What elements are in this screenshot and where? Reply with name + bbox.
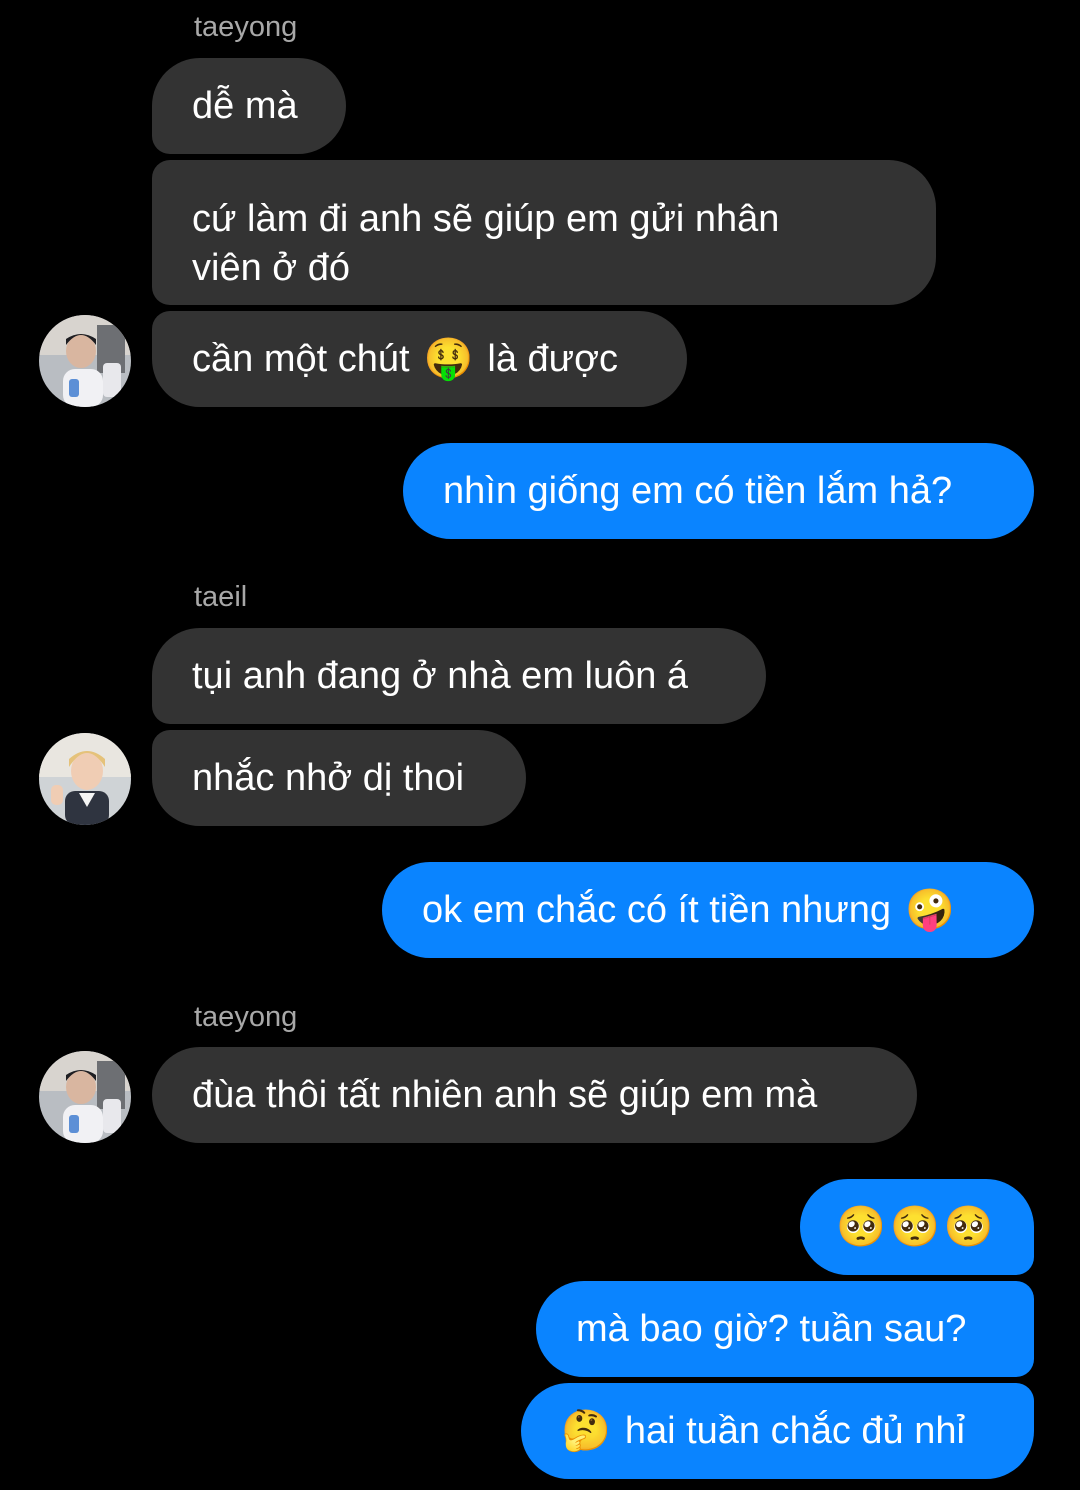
incoming-message[interactable]: dễ mà bbox=[152, 58, 346, 154]
thinking-face-emoji-icon: 🤔 bbox=[561, 1407, 611, 1454]
outgoing-message[interactable]: 🥺🥺🥺 bbox=[800, 1179, 1034, 1275]
pleading-face-emoji-icon: 🥺🥺🥺 bbox=[836, 1203, 998, 1250]
message-text: nhắc nhở dị thoi bbox=[192, 756, 465, 799]
sender-name: taeil bbox=[194, 581, 248, 613]
avatar-photo-icon bbox=[39, 733, 131, 825]
avatar-photo-icon bbox=[39, 315, 131, 407]
incoming-message[interactable]: cần một chút 🤑 là được bbox=[152, 311, 687, 407]
money-mouth-emoji-icon: 🤑 bbox=[423, 335, 474, 382]
message-text: tụi anh đang ở nhà em luôn á bbox=[192, 654, 689, 697]
message-text: cần một chút bbox=[192, 337, 410, 380]
avatar-taeyong[interactable] bbox=[39, 1051, 131, 1143]
message-text: nhìn giống em có tiền lắm hả? bbox=[443, 469, 953, 512]
message-text: ok em chắc có ít tiền nhưng bbox=[422, 888, 892, 931]
avatar-taeyong[interactable] bbox=[39, 315, 131, 407]
message-text: đùa thôi tất nhiên anh sẽ giúp em mà bbox=[192, 1073, 818, 1116]
message-text: cứ làm đi anh sẽ giúp em gửi nhân viên ở… bbox=[192, 198, 780, 289]
incoming-message[interactable]: cứ làm đi anh sẽ giúp em gửi nhân viên ở… bbox=[152, 160, 936, 305]
outgoing-message[interactable]: ok em chắc có ít tiền nhưng 🤪 bbox=[382, 862, 1034, 958]
incoming-message[interactable]: đùa thôi tất nhiên anh sẽ giúp em mà bbox=[152, 1047, 917, 1143]
avatar-photo-icon bbox=[39, 1051, 131, 1143]
message-text: hai tuần chắc đủ nhỉ bbox=[624, 1409, 965, 1452]
sender-name: taeyong bbox=[194, 11, 298, 43]
message-text: là được bbox=[487, 337, 618, 380]
outgoing-message[interactable]: nhìn giống em có tiền lắm hả? bbox=[403, 443, 1034, 539]
message-text: dễ mà bbox=[192, 84, 298, 127]
message-text: mà bao giờ? tuần sau? bbox=[576, 1307, 967, 1350]
zany-face-emoji-icon: 🤪 bbox=[905, 886, 955, 933]
incoming-message[interactable]: tụi anh đang ở nhà em luôn á bbox=[152, 628, 766, 724]
outgoing-message[interactable]: 🤔 hai tuần chắc đủ nhỉ bbox=[521, 1383, 1034, 1479]
avatar-taeil[interactable] bbox=[39, 733, 131, 825]
sender-name: taeyong bbox=[194, 1001, 298, 1033]
outgoing-message[interactable]: mà bao giờ? tuần sau? bbox=[536, 1281, 1034, 1377]
incoming-message[interactable]: nhắc nhở dị thoi bbox=[152, 730, 526, 826]
